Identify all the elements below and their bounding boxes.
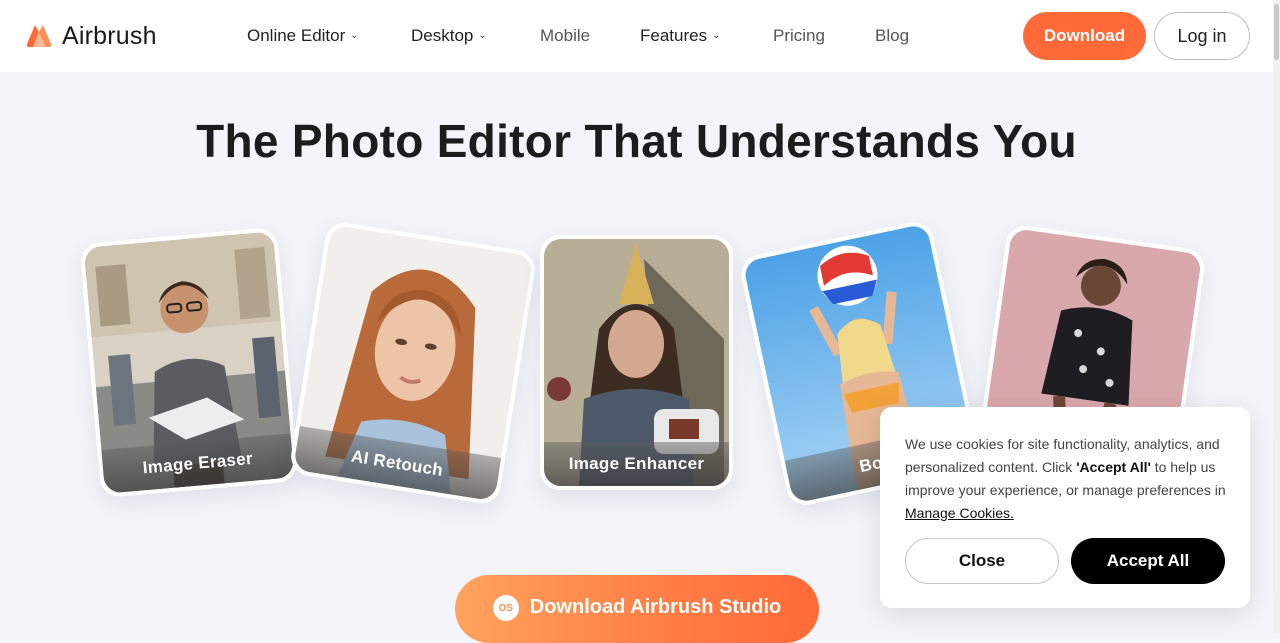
nav-pricing[interactable]: Pricing [773, 0, 825, 72]
nav-desktop-label: Desktop [411, 26, 474, 45]
nav-desktop[interactable]: Desktop ⌄ [411, 0, 487, 72]
nav-features[interactable]: Features ⌄ [640, 0, 720, 72]
airbrush-logo-icon [26, 25, 52, 47]
nav-features-label: Features [640, 26, 708, 45]
hero-title: The Photo Editor That Understands You [196, 115, 1077, 167]
chevron-down-icon: ⌄ [350, 29, 359, 41]
download-airbrush-studio-label: Download Airbrush Studio [529, 596, 782, 618]
cookie-accept-all-button[interactable]: Accept All [1071, 538, 1225, 584]
feature-card-image-enhancer[interactable]: Image Enhancer [540, 235, 733, 490]
top-navigation-bar: Airbrush Online Editor ⌄ Desktop ⌄ Mobil… [0, 0, 1280, 72]
manage-cookies-link[interactable]: Manage Cookies. [905, 505, 1014, 521]
scrollbar-thumb[interactable] [1274, 4, 1279, 60]
nav-blog-label: Blog [875, 26, 910, 45]
cookie-consent-banner: We use cookies for site functionality, a… [880, 407, 1250, 608]
nav-mobile-label: Mobile [540, 26, 591, 45]
cookie-close-button[interactable]: Close [905, 538, 1059, 584]
brand-logo[interactable]: Airbrush [26, 22, 157, 50]
cookie-message: We use cookies for site functionality, a… [905, 433, 1230, 525]
feature-card-image-eraser[interactable]: Image Eraser [79, 226, 299, 499]
macos-icon: OS [492, 595, 519, 621]
feature-card-ai-retouch[interactable]: AI Retouch [288, 219, 538, 507]
card-caption: Image Enhancer [544, 442, 729, 486]
nav-online-editor[interactable]: Online Editor ⌄ [247, 0, 359, 72]
page-scrollbar[interactable] [1273, 0, 1280, 633]
chevron-down-icon: ⌄ [478, 29, 487, 41]
cookie-accept-quote: 'Accept All' [1076, 459, 1151, 475]
brand-name: Airbrush [62, 21, 157, 50]
nav-pricing-label: Pricing [773, 26, 825, 45]
download-button[interactable]: Download [1023, 12, 1146, 60]
chevron-down-icon: ⌄ [712, 29, 721, 41]
nav-blog[interactable]: Blog [875, 0, 909, 72]
login-button[interactable]: Log in [1154, 12, 1250, 60]
nav-mobile[interactable]: Mobile [540, 0, 590, 72]
nav-online-editor-label: Online Editor [247, 26, 346, 45]
